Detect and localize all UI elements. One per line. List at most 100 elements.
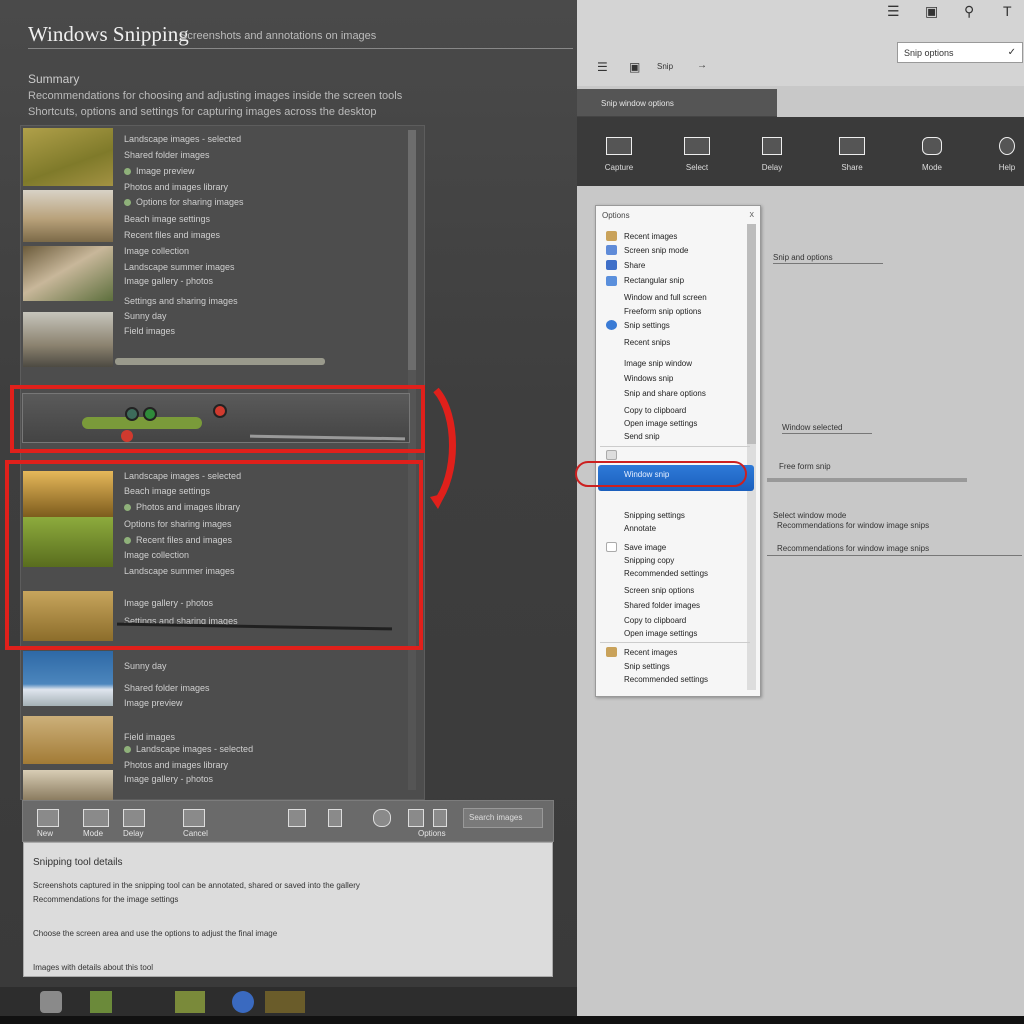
browser-icon[interactable] (232, 991, 254, 1013)
list-item[interactable]: Image preview (136, 166, 195, 176)
app-icon[interactable] (90, 991, 112, 1013)
list-item[interactable]: Landscape summer images (124, 262, 235, 272)
menu-item[interactable]: Open image settings (624, 629, 697, 638)
list-item[interactable]: Field images (124, 326, 175, 336)
delay-button[interactable]: Delay (742, 137, 802, 172)
save-icon[interactable]: ▣ (925, 3, 938, 20)
menu-item[interactable]: Image snip window (624, 359, 692, 368)
menu-item[interactable]: Copy to clipboard (624, 406, 686, 415)
copy-icon[interactable] (408, 809, 424, 827)
image-thumbnail[interactable] (23, 128, 113, 186)
menu-item[interactable]: Recent snips (624, 338, 670, 347)
menu-item[interactable]: Snip settings (624, 662, 670, 671)
list-item[interactable]: Sunny day (124, 661, 167, 671)
search-input[interactable]: Search images (463, 808, 543, 828)
window-icon[interactable]: ▣ (629, 60, 640, 74)
list-item[interactable]: Image preview (124, 698, 183, 708)
highlighter-icon[interactable] (328, 809, 342, 827)
select-button[interactable]: Select (667, 137, 727, 172)
scrollbar-thumb[interactable] (408, 130, 416, 370)
new-snip-icon[interactable] (37, 809, 59, 827)
list-item[interactable]: Image gallery - photos (124, 774, 213, 784)
image-thumbnail[interactable] (23, 716, 113, 764)
list-item[interactable]: Field images (124, 732, 175, 742)
help-button[interactable]: Help (977, 137, 1024, 172)
list-item[interactable]: Shared folder images (124, 150, 210, 160)
options-icon[interactable] (433, 809, 447, 827)
list-item[interactable]: Beach image settings (124, 214, 210, 224)
image-thumbnail[interactable] (23, 770, 113, 800)
app-icon[interactable] (265, 991, 305, 1013)
list-item[interactable]: Recent files and images (124, 230, 220, 240)
text-icon[interactable]: T (1003, 3, 1012, 19)
list-item[interactable]: Image gallery - photos (124, 276, 213, 286)
menu-item[interactable]: Shared folder images (624, 601, 700, 610)
snip-options-dropdown[interactable]: Snip options ✓ (897, 42, 1023, 63)
menu-item[interactable]: Recent images (624, 232, 677, 241)
menu-scrollbar[interactable] (747, 224, 756, 690)
capture-button[interactable]: Capture (589, 137, 649, 172)
pin-icon[interactable]: ⚲ (964, 3, 974, 20)
list-item[interactable]: Settings and sharing images (124, 296, 238, 306)
summary-text: Shortcuts, options and settings for capt… (28, 106, 377, 118)
ribbon-label: Share (841, 163, 863, 172)
screen-icon (606, 245, 617, 255)
menu-item[interactable]: Snip and share options (624, 389, 706, 398)
share-button[interactable]: Share (822, 137, 882, 172)
slider-handle[interactable] (143, 407, 157, 421)
chevron-icon[interactable]: → (697, 60, 707, 71)
list-item[interactable]: Landscape images - selected (124, 134, 241, 144)
list-item[interactable]: Shared folder images (124, 683, 210, 693)
menu-item[interactable]: Windows snip (624, 374, 673, 383)
menu-item[interactable]: Send snip (624, 432, 660, 441)
image-thumbnail[interactable] (23, 246, 113, 301)
image-thumbnail[interactable] (23, 312, 113, 367)
pen-icon[interactable] (288, 809, 306, 827)
menu-item[interactable]: Share (624, 261, 645, 270)
list-item[interactable]: Sunny day (124, 311, 167, 321)
checkbox-icon[interactable] (606, 542, 617, 552)
menu-item[interactable]: Save image (624, 543, 666, 552)
image-thumbnail[interactable] (23, 651, 113, 706)
mode-icon[interactable] (83, 809, 109, 827)
menu-item[interactable]: Copy to clipboard (624, 616, 686, 625)
list-icon[interactable]: ☰ (597, 60, 608, 74)
menu-item[interactable]: Recommended settings (624, 569, 708, 578)
page-title: Windows Snipping (28, 22, 189, 46)
menu-item[interactable]: Open image settings (624, 419, 697, 428)
menu-item[interactable]: Window and full screen (624, 293, 707, 302)
slider-handle[interactable] (125, 407, 139, 421)
list-item[interactable]: Options for sharing images (136, 197, 244, 207)
menu-item[interactable]: Recent images (624, 648, 677, 657)
list-item[interactable]: Photos and images library (124, 182, 228, 192)
details-title: Snipping tool details (33, 857, 123, 868)
app-icon[interactable] (40, 991, 62, 1013)
menu-item[interactable]: Screen snip options (624, 586, 694, 595)
mode-button[interactable]: Mode (902, 137, 962, 172)
menu-item[interactable]: Screen snip mode (624, 246, 688, 255)
menu-header: Options (602, 211, 630, 220)
list-item[interactable]: Image collection (124, 246, 189, 256)
eraser-icon[interactable] (373, 809, 391, 827)
scrollbar-thumb[interactable] (747, 224, 756, 444)
app-icon[interactable] (175, 991, 205, 1013)
cancel-icon[interactable] (183, 809, 205, 827)
ribbon-toolbar: Capture Select Delay Share Mode Help (577, 117, 1024, 186)
menu-item[interactable]: Snip settings (624, 321, 670, 330)
menu-item[interactable]: Rectangular snip (624, 276, 684, 285)
close-icon[interactable]: x (750, 209, 755, 219)
menu-item[interactable]: Annotate (624, 524, 656, 533)
slider-handle[interactable] (213, 404, 227, 418)
menu-item[interactable]: Snipping settings (624, 511, 685, 520)
menu-item[interactable]: Freeform snip options (624, 307, 701, 316)
list-item[interactable]: Landscape images - selected (136, 744, 253, 754)
menu-icon[interactable]: ☰ (887, 3, 900, 20)
list-item[interactable]: Photos and images library (124, 760, 228, 770)
selection-highlight-ring (575, 461, 747, 487)
menu-item[interactable]: Snipping copy (624, 556, 674, 565)
image-thumbnail[interactable] (23, 190, 113, 242)
menu-item[interactable]: Recommended settings (624, 675, 708, 684)
help-icon (999, 137, 1015, 155)
delay-icon[interactable] (123, 809, 145, 827)
slider-handle[interactable] (121, 430, 133, 442)
